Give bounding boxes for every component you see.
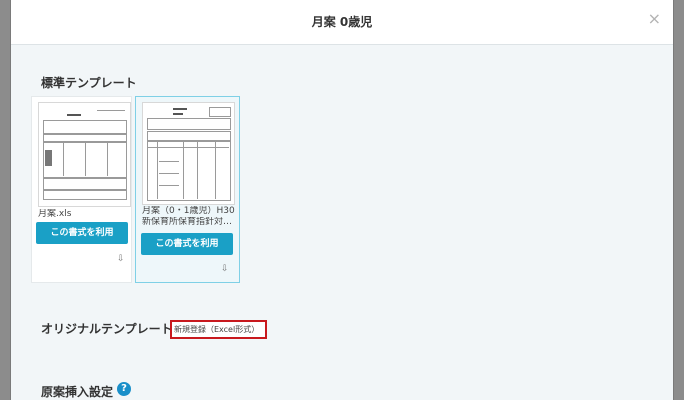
template-name: 月案.xls — [38, 209, 72, 219]
template-card-monthly-xls[interactable]: 月案.xls この書式を利用 ⇩ — [31, 96, 132, 283]
template-thumbnail — [38, 102, 131, 207]
close-icon[interactable]: × — [648, 10, 661, 28]
use-template-button[interactable]: この書式を利用 — [141, 233, 233, 255]
download-icon[interactable]: ⇩ — [221, 264, 229, 274]
template-name-line-1: 月案（0・1歳児）H30 — [142, 206, 235, 216]
draft-insert-settings-heading: 原案挿入設定 — [41, 385, 114, 399]
template-card-monthly-0-1[interactable]: 月案（0・1歳児）H30 新保育所保育指針対… この書式を利用 ⇩ — [135, 96, 240, 283]
original-templates-heading: オリジナルテンプレート — [41, 322, 173, 336]
use-template-button[interactable]: この書式を利用 — [36, 222, 128, 244]
template-name-line-2: 新保育所保育指針対… — [142, 217, 233, 227]
help-icon[interactable]: ? — [117, 382, 131, 396]
new-register-excel-link[interactable]: 新規登録（Excel形式） — [170, 320, 267, 339]
standard-templates-heading: 標準テンプレート — [41, 76, 137, 90]
template-thumbnail — [142, 102, 235, 205]
download-icon[interactable]: ⇩ — [117, 254, 125, 264]
modal-title: 月案 0歳児 — [311, 15, 373, 29]
modal-header: 月案 0歳児 × — [11, 0, 673, 45]
template-modal: 月案 0歳児 × 標準テンプレート 月案.xls この書式を利用 ⇩ 月案（0・… — [11, 0, 673, 400]
